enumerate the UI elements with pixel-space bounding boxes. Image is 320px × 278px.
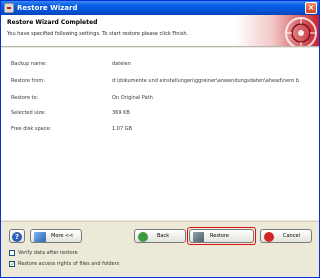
detail-value: 369 KB [112, 110, 130, 116]
detail-value: d:\dokumente und einstellungen\ggreiner\… [112, 78, 299, 84]
restore-access-rights-checkbox[interactable]: ✓ [9, 261, 15, 268]
close-button[interactable]: × [305, 2, 317, 14]
restore-button-label: Restore [210, 233, 229, 239]
more-button[interactable]: More << [30, 229, 82, 243]
detail-value: dateien [112, 61, 131, 67]
detail-key: Backup name: [11, 61, 47, 67]
more-button-label: More << [51, 233, 74, 239]
app-icon [4, 3, 14, 13]
restore-wizard-window: Restore Wizard × Restore Wizard Complete… [0, 0, 320, 278]
cancel-button-label: Cancel [283, 233, 300, 239]
detail-key: Selected size: [11, 110, 46, 116]
vault-header-art [235, 15, 319, 46]
restore-button[interactable]: Restore [189, 229, 254, 243]
back-button-label: Back [157, 233, 170, 239]
button-bar: ? More << Back Restore Cancel Verify dat… [1, 221, 319, 277]
cancel-button[interactable]: Cancel [260, 229, 312, 243]
wizard-header: Restore Wizard Completed You have specif… [1, 15, 319, 47]
title-bar: Restore Wizard × [1, 1, 319, 15]
header-subtitle: You have specified following settings. T… [7, 31, 189, 37]
verify-data-checkbox[interactable] [9, 250, 15, 256]
help-button[interactable]: ? [9, 229, 25, 243]
detail-value: 1.07 GB [112, 126, 133, 132]
window-title: Restore Wizard [17, 4, 78, 12]
header-title: Restore Wizard Completed [7, 19, 98, 26]
detail-key: Restore from: [11, 78, 45, 84]
verify-data-label: Verify data after restore [18, 250, 78, 256]
settings-summary: Backup name: dateien Restore from: d:\do… [1, 48, 319, 220]
help-icon: ? [12, 232, 22, 242]
back-button[interactable]: Back [134, 229, 186, 243]
restore-icon [193, 232, 204, 242]
detail-key: Restore to: [11, 95, 39, 101]
detail-key: Free disk space: [11, 126, 52, 132]
more-icon [34, 232, 46, 242]
cancel-icon [264, 232, 274, 242]
detail-value: On Original Path [112, 95, 153, 101]
back-arrow-icon [138, 232, 148, 242]
restore-access-rights-label: Restore access rights of files and folde… [18, 261, 120, 267]
